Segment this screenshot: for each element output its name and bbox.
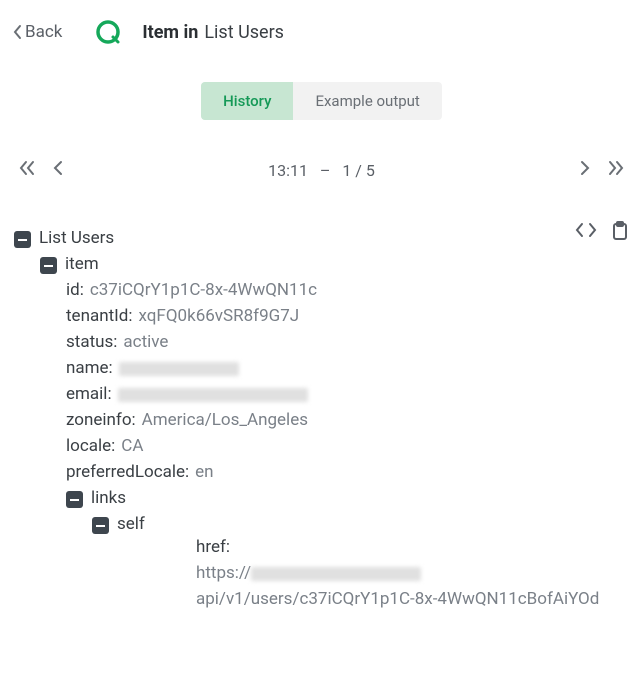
field-val-name: [119, 358, 239, 378]
field-key-tenant: tenantId:: [66, 306, 133, 326]
collapse-toggle[interactable]: [92, 517, 109, 534]
pager-position: 1 / 5: [342, 161, 375, 180]
field-val-status: active: [123, 332, 168, 352]
tab-group: History Example output: [201, 82, 442, 120]
logo-icon: [94, 18, 122, 46]
field-val-zone: America/Los_Angeles: [142, 410, 308, 430]
field-val-email: [118, 384, 308, 404]
collapse-toggle[interactable]: [40, 257, 57, 274]
collapse-toggle[interactable]: [14, 231, 31, 248]
tab-example-output[interactable]: Example output: [293, 82, 441, 120]
title-light: List Users: [204, 22, 284, 43]
field-val-tenant: xqFQ0k66vSR8f9G7J: [139, 306, 300, 326]
tree-self-label: self: [117, 514, 145, 534]
field-key-name: name:: [66, 358, 113, 378]
tab-history[interactable]: History: [201, 82, 293, 120]
tree-links-label: links: [91, 488, 126, 508]
field-key-href: href:: [196, 537, 629, 557]
page-title: Item in List Users: [142, 22, 284, 43]
next-page-button[interactable]: [579, 160, 591, 181]
chevron-left-icon: [12, 24, 23, 40]
prev-page-button[interactable]: [52, 160, 64, 181]
back-label: Back: [25, 22, 62, 42]
field-key-zone: zoneinfo:: [66, 410, 136, 430]
field-key-pref: preferredLocale:: [66, 462, 189, 482]
tree-item-label: item: [65, 254, 99, 274]
field-key-status: status:: [66, 332, 117, 352]
first-page-button[interactable]: [18, 160, 36, 181]
pager: 13:11 – 1 / 5: [0, 160, 643, 181]
field-val-id: c37iCQrY1p1C-8x-4WwQN11c: [90, 280, 317, 300]
field-key-locale: locale:: [66, 436, 115, 456]
collapse-toggle[interactable]: [66, 491, 83, 508]
field-key-email: email:: [66, 384, 112, 404]
pager-sep: –: [320, 161, 331, 180]
field-val-href: https://api/v1/users/c37iCQrY1p1C-8x-4Ww…: [196, 561, 629, 612]
field-val-locale: CA: [121, 436, 143, 456]
tree-root-label: List Users: [39, 228, 114, 248]
back-button[interactable]: Back: [12, 22, 62, 42]
field-key-id: id:: [66, 280, 84, 300]
field-val-pref: en: [195, 462, 213, 482]
pager-status: 13:11 – 1 / 5: [268, 161, 375, 180]
title-bold: Item in: [142, 22, 198, 43]
last-page-button[interactable]: [607, 160, 625, 181]
pager-time: 13:11: [268, 161, 308, 180]
